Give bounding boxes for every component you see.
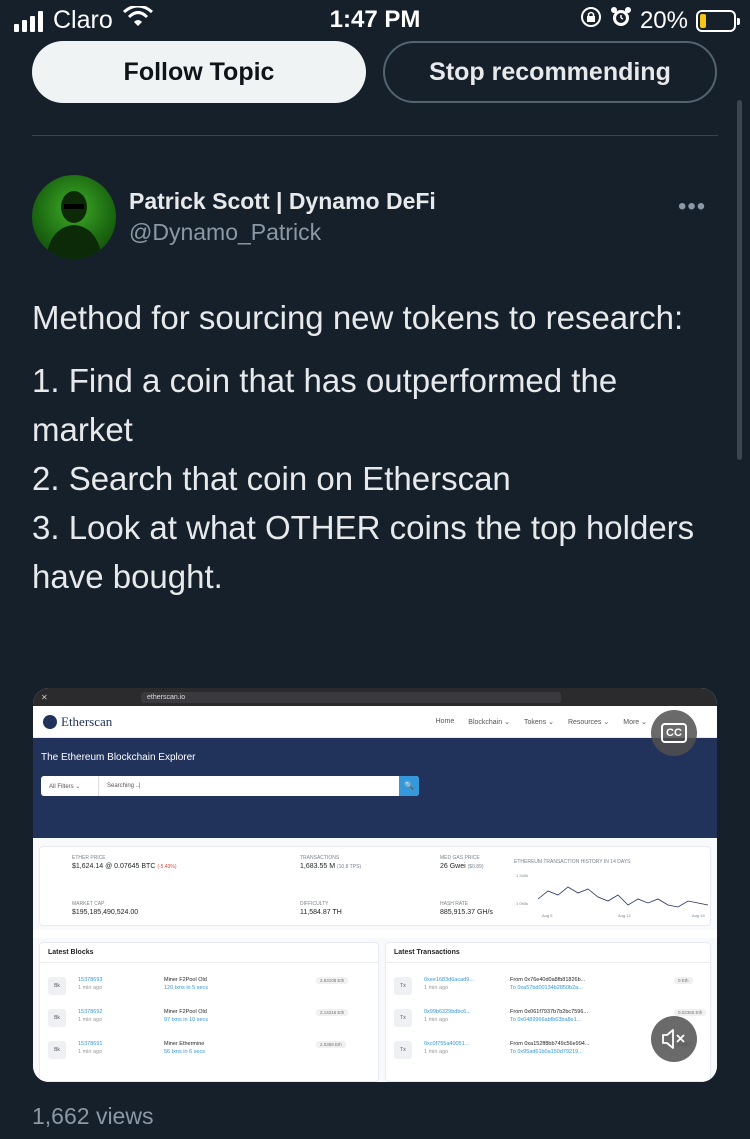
close-tab-icon: ✕ <box>41 692 48 702</box>
latest-transactions-panel: Latest Transactions Tx 0xee1683d6acad9...… <box>385 942 711 1082</box>
etherscan-logo: Etherscan <box>43 714 112 730</box>
browser-url-bar: etherscan.io <box>141 692 561 703</box>
more-options-icon[interactable]: ••• <box>678 193 706 221</box>
captions-button[interactable]: CC <box>651 710 697 756</box>
tweet-line-step-1: 1. Find a coin that has outperformed the… <box>32 362 618 448</box>
etherscan-stats: ETHER PRICE $1,624.14 @ 0.07645 BTC (-5.… <box>33 838 717 930</box>
author-handle[interactable]: @Dynamo_Patrick <box>129 219 321 246</box>
alarm-icon <box>610 6 632 35</box>
muted-speaker-icon <box>662 1029 685 1049</box>
tweet-line-step-3: 3. Look at what OTHER coins the top hold… <box>32 509 695 595</box>
search-icon: 🔍 <box>399 776 419 796</box>
battery-percent: 20% <box>639 6 688 34</box>
svg-text:1 090k: 1 090k <box>516 901 528 906</box>
etherscan-lists: Latest Blocks Bk 15378693 1 min ago Miner … <box>33 938 717 1082</box>
svg-text:Aug 12: Aug 12 <box>618 913 631 918</box>
etherscan-menu: Home Blockchain ⌄ Tokens ⌄ Resources ⌄ More … <box>435 718 647 726</box>
follow-topic-button[interactable]: Follow Topic <box>32 41 366 103</box>
author-name[interactable]: Patrick Scott | Dynamo DeFi <box>129 188 436 215</box>
mute-button[interactable] <box>651 1016 697 1062</box>
avatar[interactable] <box>32 175 116 259</box>
latest-blocks-panel: Latest Blocks Bk 15378693 1 min ago Miner … <box>39 942 379 1082</box>
divider <box>32 135 718 136</box>
tweet-media-video[interactable]: ✕ etherscan.io Etherscan Home Blockchain … <box>33 688 717 1082</box>
captions-icon: CC <box>661 723 687 743</box>
tx-history-chart-title: ETHEREUM TRANSACTION HISTORY IN 14 DAYS <box>514 859 631 865</box>
status-bar: Claro 1:47 PM 20% <box>0 0 750 40</box>
etherscan-hero: The Ethereum Blockchain Explorer All Fil… <box>33 738 717 838</box>
block-row: Bk 15378692 1 min ago Miner F2Pool Old 97 t… <box>48 1005 378 1035</box>
block-row: Bk 15378691 1 min ago Miner Ethermine 56 tx… <box>48 1037 378 1067</box>
stop-recommending-button[interactable]: Stop recommending <box>383 41 717 103</box>
block-row: Bk 15378693 1 min ago Miner F2Pool Old 120 … <box>48 973 378 1003</box>
battery-icon <box>696 9 740 32</box>
scrollbar[interactable] <box>737 100 742 460</box>
tweet-line-intro: Method for sourcing new tokens to resear… <box>32 299 684 336</box>
status-right: 20% <box>580 6 740 35</box>
tweet-line-step-2: 2. Search that coin on Etherscan <box>32 460 511 497</box>
svg-text:1 240k: 1 240k <box>516 873 528 878</box>
transaction-row: Tx 0xee1683d6acad9... 1 min ago From 0x76e… <box>394 973 717 1003</box>
view-count: 1,662 views <box>32 1103 154 1129</box>
tx-history-chart: 1 240k 1 090k Aug 5 Aug 12 Aug 19 <box>516 873 709 918</box>
etherscan-logo-icon <box>43 715 57 729</box>
orientation-lock-icon <box>580 6 602 35</box>
etherscan-hero-title: The Ethereum Blockchain Explorer <box>41 752 196 763</box>
browser-chrome: ✕ etherscan.io <box>33 688 717 706</box>
tweet-text: Method for sourcing new tokens to resear… <box>32 293 722 601</box>
etherscan-navbar: Etherscan Home Blockchain ⌄ Tokens ⌄ Resour… <box>33 706 717 738</box>
svg-text:Aug 19: Aug 19 <box>692 913 705 918</box>
svg-text:Aug 5: Aug 5 <box>542 913 553 918</box>
etherscan-search: All Filters ⌄ Searching ..| <box>41 776 419 796</box>
